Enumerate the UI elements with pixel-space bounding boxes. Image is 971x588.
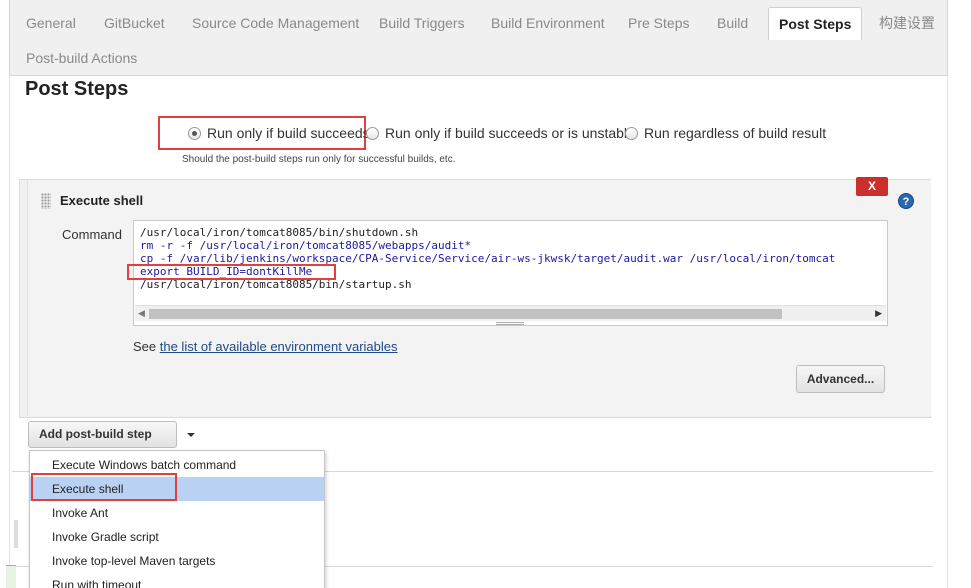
- add-post-build-step-label: Add post-build step: [39, 427, 152, 441]
- radio-button[interactable]: [625, 126, 638, 140]
- see-prefix: See: [133, 339, 160, 354]
- tab-post-build-actions[interactable]: Post-build Actions: [26, 50, 137, 66]
- tab-build-settings[interactable]: 构建设置: [879, 15, 935, 31]
- tab-post-steps[interactable]: Post Steps: [768, 7, 863, 40]
- env-vars-help: See the list of available environment va…: [133, 339, 398, 354]
- execute-shell-title: Execute shell: [60, 193, 144, 208]
- caret-down-icon: [187, 433, 195, 437]
- radio-button-checked[interactable]: [188, 126, 201, 140]
- run-option-hint: Should the post-build steps run only for…: [182, 154, 456, 165]
- partial-element: [6, 565, 16, 588]
- radio-run-regardless[interactable]: Run regardless of build result: [625, 125, 826, 141]
- tab-source-code-management[interactable]: Source Code Management: [192, 15, 359, 31]
- tab-gitbucket[interactable]: GitBucket: [104, 15, 165, 31]
- resize-grip-icon[interactable]: [496, 322, 524, 325]
- command-line: rm -r -f /usr/local/iron/tomcat8085/weba…: [140, 239, 472, 252]
- tab-pre-steps[interactable]: Pre Steps: [628, 15, 689, 31]
- command-label: Command: [62, 227, 122, 242]
- tab-build-environment[interactable]: Build Environment: [491, 15, 605, 31]
- tab-build-triggers[interactable]: Build Triggers: [379, 15, 465, 31]
- page-title: Post Steps: [25, 78, 129, 100]
- radio-label: Run regardless of build result: [644, 125, 827, 141]
- advanced-button[interactable]: Advanced...: [796, 365, 885, 393]
- scrollbar-thumb[interactable]: [149, 309, 782, 319]
- highlight-box-export-line: [127, 264, 336, 280]
- help-icon[interactable]: ?: [898, 193, 914, 209]
- menu-item-run-with-timeout[interactable]: Run with timeout: [30, 573, 324, 588]
- drag-handle-icon[interactable]: [41, 193, 51, 209]
- tab-general[interactable]: General: [26, 15, 76, 31]
- scroll-left-icon[interactable]: ◀: [138, 308, 145, 319]
- horizontal-scrollbar[interactable]: ◀ ▶: [135, 305, 886, 321]
- radio-run-if-succeeds[interactable]: Run only if build succeeds: [188, 125, 370, 141]
- menu-item-invoke-gradle[interactable]: Invoke Gradle script: [30, 525, 324, 549]
- tab-build[interactable]: Build: [717, 15, 748, 31]
- highlight-box-execute-shell: [31, 473, 177, 501]
- menu-item-invoke-ant[interactable]: Invoke Ant: [30, 501, 324, 525]
- radio-run-if-succeeds-or-unstable[interactable]: Run only if build succeeds or is unstabl…: [366, 125, 635, 141]
- command-line: /usr/local/iron/tomcat8085/bin/shutdown.…: [140, 226, 419, 239]
- delete-step-button[interactable]: X: [856, 177, 888, 196]
- menu-item-invoke-maven[interactable]: Invoke top-level Maven targets: [30, 549, 324, 573]
- add-post-build-step-button[interactable]: Add post-build step: [28, 421, 195, 448]
- radio-button[interactable]: [366, 126, 379, 140]
- env-vars-link[interactable]: the list of available environment variab…: [160, 339, 398, 354]
- partial-element: [14, 520, 18, 548]
- radio-label: Run only if build succeeds or is unstabl…: [385, 125, 635, 141]
- scroll-right-icon[interactable]: ▶: [875, 308, 882, 319]
- post-build-step-menu: Execute Windows batch command Execute sh…: [29, 450, 325, 588]
- radio-label: Run only if build succeeds: [207, 125, 370, 141]
